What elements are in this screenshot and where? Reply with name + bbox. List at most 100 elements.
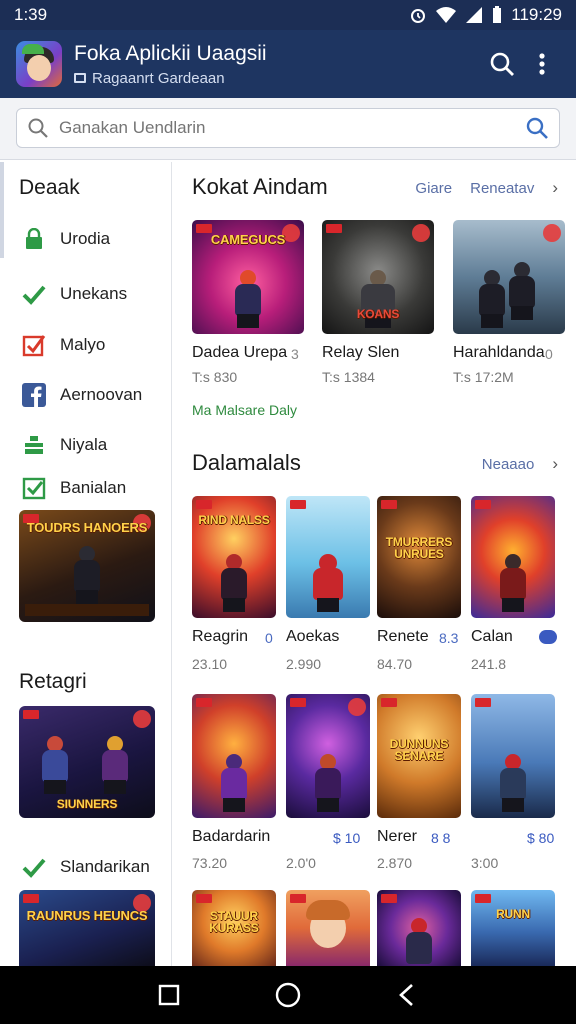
app-card[interactable]	[286, 890, 370, 966]
grid-icon	[74, 73, 86, 83]
thumb-title: RAUNRUS HEUNCS	[26, 908, 148, 923]
app-card[interactable]	[377, 890, 461, 966]
card-name: Nerer	[377, 828, 418, 845]
facebook-icon	[22, 383, 46, 407]
sidebar-featured-thumb-1[interactable]: TOUDRS HANOERS	[19, 510, 155, 622]
section-title: Kokat Aindam	[192, 174, 328, 199]
app-card[interactable]: RUNN	[471, 890, 555, 966]
sidebar-item-slandarikan[interactable]: Slandarikan	[22, 852, 150, 882]
card-art-title: CAMEGUCS	[210, 232, 286, 247]
search-icon	[490, 52, 514, 76]
thumb-title: TOUDRS HANOERS	[26, 520, 148, 535]
status-time-right: 119:29	[511, 5, 562, 24]
section-title: Dalamalals	[192, 450, 301, 475]
card-meta: 2.0'0	[286, 855, 316, 871]
stack-icon	[22, 433, 46, 457]
app-subtitle-row: Ragaanrt Gardeaan	[74, 70, 482, 87]
app-bar: Foka Aplickii Uaagsii Ragaanrt Gardeaan	[0, 30, 576, 98]
sidebar-item-malyo[interactable]: Malyo	[22, 330, 105, 360]
app-card[interactable]	[471, 694, 555, 818]
checkbox-green-icon	[22, 476, 46, 500]
chevron-right-icon[interactable]: ›	[552, 178, 558, 198]
card-art-title: RIND NALSS	[198, 513, 270, 527]
status-right: 119:29	[409, 5, 562, 25]
more-vert-icon	[539, 53, 545, 75]
signal-icon	[466, 7, 483, 23]
card-name: Aoekas	[286, 628, 340, 645]
app-card[interactable]: CAMEGUCS	[192, 220, 304, 334]
sidebar-item-unekans[interactable]: Unekans	[22, 279, 127, 309]
sidebar-item-niyala[interactable]: Niyala	[22, 430, 107, 460]
card-meta: 2.870	[377, 855, 413, 871]
app-card[interactable]	[453, 220, 565, 334]
section-link-giare[interactable]: Giare	[415, 180, 452, 197]
app-card[interactable]: RIND NALSS	[192, 496, 276, 618]
wifi-icon	[436, 7, 457, 23]
app-card[interactable]: STAUUR KURASS	[192, 890, 276, 966]
sidebar-item-aernoovan[interactable]: Aernoovan	[22, 380, 142, 410]
sidebar: Deaak Urodia Unekans Malyo Aernoovan Niy…	[0, 162, 172, 966]
app-card[interactable]: KOANS	[322, 220, 434, 334]
sidebar-item-label: Slandarikan	[60, 857, 150, 876]
card-meta: T:s 17:2M	[453, 369, 514, 385]
card-name: Dadea Urepa	[192, 344, 288, 361]
sidebar-item-label: Banialan	[60, 478, 127, 497]
card-meta: 2.990	[286, 656, 322, 672]
sidebar-featured-thumb-3[interactable]: RAUNRUS HEUNCS	[19, 890, 155, 966]
section-links: Neaaao ›	[482, 454, 558, 474]
app-card[interactable]	[471, 496, 555, 618]
card-name: Renete	[377, 628, 429, 645]
alarm-icon	[411, 9, 426, 23]
card-art-title: STAUUR KURASS	[209, 909, 259, 935]
check-icon	[22, 282, 46, 306]
search-bar-container	[0, 98, 576, 160]
section-note[interactable]: Ma Malsare Daly	[192, 402, 297, 418]
card-meta: T:s 1384	[322, 369, 375, 385]
card-name: Harahldanda	[453, 344, 545, 361]
card-art-title: DUNNUNS SENARE	[389, 737, 449, 763]
recents-button[interactable]	[158, 984, 180, 1006]
sidebar-heading-2: Retagri	[19, 670, 87, 693]
search-icon	[28, 118, 48, 138]
app-card[interactable]	[286, 496, 370, 618]
back-button[interactable]	[396, 983, 418, 1007]
card-meta: 73.20	[192, 855, 228, 871]
card-meta: 84.70	[377, 656, 413, 672]
card-price: $ 80	[527, 830, 555, 846]
check-icon	[22, 855, 46, 879]
sidebar-item-banialan[interactable]: Banialan	[22, 473, 126, 503]
search-button[interactable]	[482, 44, 522, 84]
app-titles: Foka Aplickii Uaagsii Ragaanrt Gardeaan	[74, 42, 482, 87]
section-link-see-all[interactable]: Neaaao	[482, 456, 535, 473]
search-submit-icon[interactable]	[525, 116, 549, 140]
card-rating: 0	[265, 630, 273, 646]
sidebar-item-label: Urodia	[60, 229, 111, 248]
system-nav-bar	[0, 966, 576, 1024]
sidebar-scroll-accent	[0, 162, 4, 258]
card-name: Badardarin	[192, 828, 271, 845]
card-price: $ 10	[333, 830, 361, 846]
app-card[interactable]	[286, 694, 370, 818]
sidebar-item-urodia[interactable]: Urodia	[22, 224, 110, 254]
app-logo	[16, 41, 62, 87]
status-time-left: 1:39	[14, 5, 48, 24]
card-meta: 3:00	[471, 855, 499, 871]
battery-icon	[493, 6, 502, 23]
card-rating: 8.3	[439, 630, 459, 646]
sidebar-featured-thumb-2[interactable]: SIUNNERS	[19, 706, 155, 818]
home-button[interactable]	[275, 982, 301, 1008]
sidebar-item-label: Aernoovan	[60, 385, 143, 404]
card-rating: 0	[545, 346, 553, 362]
app-card[interactable]: DUNNUNS SENARE	[377, 694, 461, 818]
section-link-see-all[interactable]: Reneatav	[470, 180, 534, 197]
overflow-menu-button[interactable]	[522, 44, 562, 84]
card-name: Relay Slen	[322, 344, 400, 361]
search-field[interactable]	[16, 108, 560, 148]
app-card[interactable]	[192, 694, 276, 818]
sidebar-heading: Deaak	[19, 176, 80, 199]
app-card[interactable]: TMURRERS UNRUES	[377, 496, 461, 618]
lock-icon	[22, 227, 46, 251]
chevron-right-icon[interactable]: ›	[552, 454, 558, 474]
search-input[interactable]	[59, 118, 525, 138]
main-content: Kokat Aindam Giare Reneatav › CAMEGUCS K…	[173, 162, 576, 966]
